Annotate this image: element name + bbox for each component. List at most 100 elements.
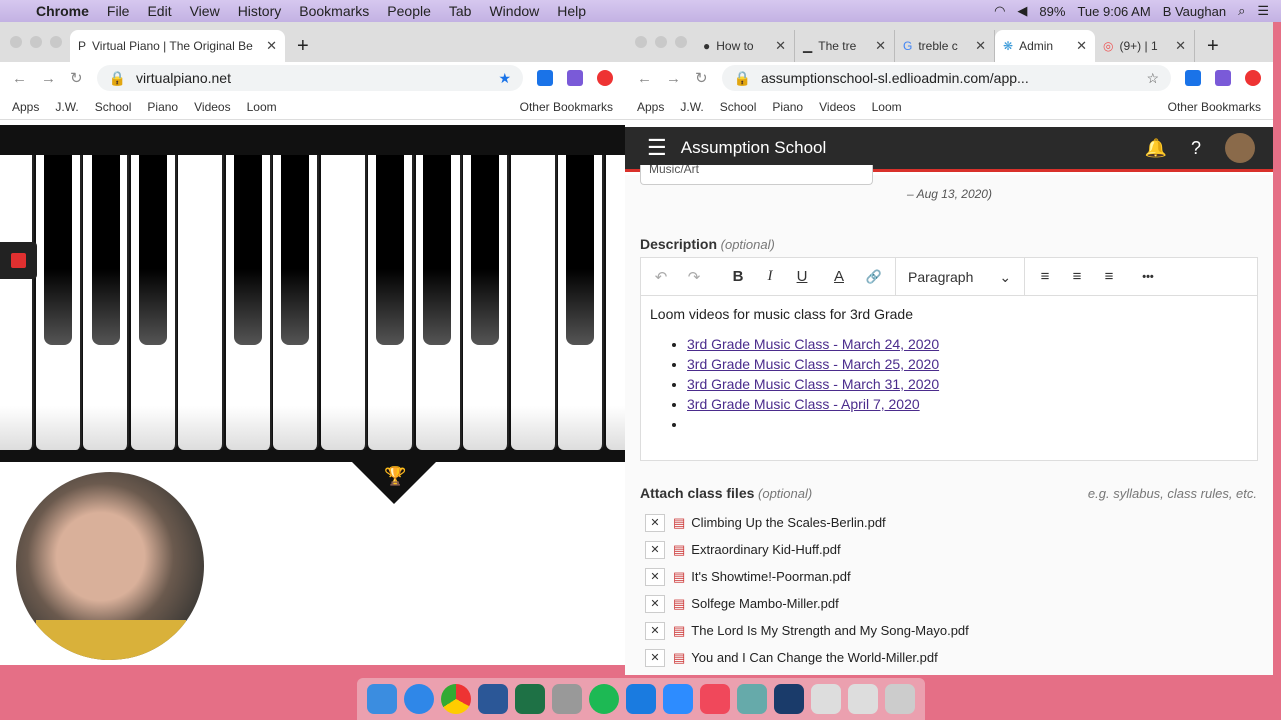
remove-file-button[interactable]: ✕ [645,621,665,640]
battery-percent[interactable]: 89% [1039,4,1065,19]
menu-file[interactable]: File [107,3,130,19]
black-key[interactable] [44,155,72,345]
microphone-icon[interactable] [551,684,582,714]
tab-treble[interactable]: Gtreble c ✕ [895,30,995,62]
menu-edit[interactable]: Edit [147,3,171,19]
menu-people[interactable]: People [387,3,431,19]
menu-window[interactable]: Window [489,3,539,19]
search-icon[interactable]: ⌕ [1238,3,1245,19]
close-tab-icon[interactable]: ✕ [875,38,886,54]
bookmark-school[interactable]: School [95,100,132,114]
white-key[interactable] [178,155,224,450]
extension-icon[interactable] [1185,70,1201,86]
menu-bookmarks[interactable]: Bookmarks [299,3,369,19]
white-key[interactable] [605,155,625,450]
menu-history[interactable]: History [238,3,282,19]
address-bar[interactable]: 🔒 virtualpiano.net ★ [96,65,523,91]
other-bookmarks[interactable]: Other Bookmarks [1168,100,1261,114]
align-center-button[interactable]: ≡ [1061,268,1093,285]
quicktime-icon[interactable] [774,684,805,714]
loom-extension-icon[interactable] [597,70,613,86]
new-tab-button[interactable]: + [285,30,321,62]
hamburger-menu-icon[interactable]: ☰ [647,135,667,161]
close-tab-icon[interactable]: ✕ [775,38,786,54]
back-icon[interactable]: ← [12,70,27,87]
help-icon[interactable]: ? [1191,138,1201,159]
forward-icon[interactable]: → [41,70,56,87]
close-tab-icon[interactable]: ✕ [1076,38,1087,54]
link-button[interactable]: 🔗 [859,269,889,285]
bookmark-apps[interactable]: Apps [637,100,664,114]
new-tab-button[interactable]: + [1195,30,1231,62]
avatar-icon[interactable] [1215,70,1231,86]
bold-button[interactable]: B [721,268,755,285]
black-key[interactable] [281,155,309,345]
white-key[interactable] [0,155,34,450]
document-icon[interactable] [811,684,842,714]
reload-icon[interactable]: ↻ [70,69,83,87]
wifi-icon[interactable]: ◠ [994,3,1005,19]
menu-help[interactable]: Help [557,3,586,19]
remove-file-button[interactable]: ✕ [645,567,665,586]
bookmark-videos[interactable]: Videos [819,100,855,114]
menu-view[interactable]: View [190,3,220,19]
paragraph-format-select[interactable]: Paragraph ⌄ [895,257,1025,296]
list-icon[interactable]: ☰ [1257,3,1269,19]
tab-the-tre[interactable]: ▁ The tre ✕ [795,30,895,62]
empty-list-item[interactable] [687,414,1248,434]
more-button[interactable]: ••• [1125,271,1171,283]
user-name[interactable]: B Vaughan [1163,4,1226,19]
bookmark-piano[interactable]: Piano [772,100,803,114]
link-march-24[interactable]: 3rd Grade Music Class - March 24, 2020 [687,336,939,352]
tab-loom[interactable]: ◎ (9+) | 1 ✕ [1095,30,1195,62]
piano-keyboard[interactable] [0,125,625,462]
excel-icon[interactable] [514,684,545,714]
black-key[interactable] [423,155,451,345]
webcam-bubble[interactable] [16,472,204,660]
link-march-25[interactable]: 3rd Grade Music Class - March 25, 2020 [687,356,939,372]
remove-file-button[interactable]: ✕ [645,513,665,532]
redo-button[interactable]: ↷ [679,268,709,286]
bookmark-piano[interactable]: Piano [147,100,178,114]
bookmark-videos[interactable]: Videos [194,100,230,114]
link-april-7[interactable]: 3rd Grade Music Class - April 7, 2020 [687,396,920,412]
bookmark-jw[interactable]: J.W. [55,100,78,114]
black-key[interactable] [234,155,262,345]
bookmark-school[interactable]: School [720,100,757,114]
file-name[interactable]: The Lord Is My Strength and My Song-Mayo… [691,623,968,638]
close-tab-icon[interactable]: ✕ [1175,38,1186,54]
file-name[interactable]: Solfege Mambo-Miller.pdf [691,596,838,611]
back-icon[interactable]: ← [637,70,652,87]
remove-file-button[interactable]: ✕ [645,648,665,667]
white-key[interactable] [320,155,367,450]
align-left-button[interactable]: ≡ [1029,268,1061,285]
app-menu[interactable]: Chrome [36,3,89,19]
text-color-button[interactable]: A [819,268,859,285]
spotify-icon[interactable] [588,684,619,714]
other-bookmarks[interactable]: Other Bookmarks [520,100,613,114]
remove-file-button[interactable]: ✕ [645,540,665,559]
bookmark-star-icon[interactable]: ☆ [1146,70,1159,87]
chrome-icon[interactable] [440,684,471,714]
forward-icon[interactable]: → [666,70,681,87]
close-tab-icon[interactable]: ✕ [975,38,986,54]
bookmark-star-icon[interactable]: ★ [498,70,511,87]
avatar[interactable] [1225,133,1255,163]
address-bar[interactable]: 🔒 assumptionschool-sl.edlioadmin.com/app… [721,65,1171,91]
record-button[interactable] [0,242,37,279]
clock[interactable]: Tue 9:06 AM [1077,4,1150,19]
volume-icon[interactable]: ◀ [1017,3,1027,19]
white-key[interactable] [510,155,557,450]
black-key[interactable] [139,155,167,345]
preview-icon[interactable] [737,684,768,714]
align-right-button[interactable]: ≡ [1093,268,1125,285]
word-icon[interactable] [477,684,508,714]
safari-icon[interactable] [403,684,434,714]
italic-button[interactable]: I [755,268,785,285]
bookmark-jw[interactable]: J.W. [680,100,703,114]
close-tab-icon[interactable]: ✕ [266,38,277,54]
file-name[interactable]: Extraordinary Kid-Huff.pdf [691,542,840,557]
underline-button[interactable]: U [785,268,819,285]
avatar-icon[interactable] [567,70,583,86]
file-name[interactable]: You and I Can Change the World-Miller.pd… [691,650,937,665]
